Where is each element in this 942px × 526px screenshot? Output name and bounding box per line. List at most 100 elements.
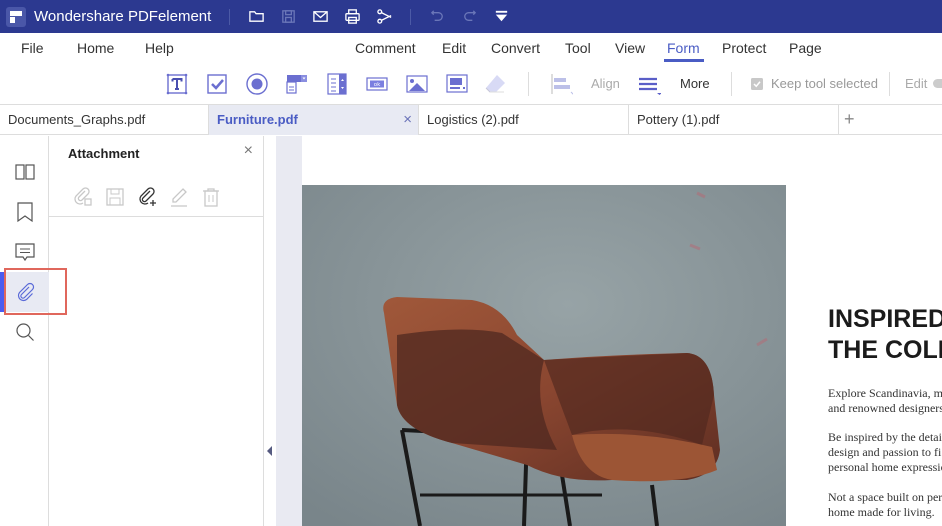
align-dropdown[interactable]: [548, 71, 574, 97]
button-icon: ok: [366, 77, 388, 91]
open-attachment-button[interactable]: [67, 184, 99, 210]
checked-box-icon: [751, 78, 763, 90]
signature-field-tool[interactable]: [444, 71, 470, 97]
tab-label: Furniture.pdf: [217, 112, 298, 127]
document-tabs: Documents_Graphs.pdf Furniture.pdf × Log…: [0, 105, 942, 135]
menu-comment[interactable]: Comment: [355, 40, 416, 56]
save-icon[interactable]: [272, 0, 304, 33]
paragraph-line: home made for living.: [828, 505, 935, 519]
menu-lines-icon: [639, 77, 661, 95]
redo-icon[interactable]: [453, 0, 485, 33]
delete-attachment-button[interactable]: [195, 184, 227, 210]
menu-protect[interactable]: Protect: [722, 40, 766, 56]
highlight-annotation-box: [4, 268, 67, 315]
document-gutter: [276, 136, 302, 526]
panel-title: Attachment: [68, 146, 140, 161]
undo-icon[interactable]: [421, 0, 453, 33]
checkbox-tool[interactable]: [204, 71, 230, 97]
menu-help[interactable]: Help: [145, 40, 174, 56]
menu-bar: File Home Help Comment Edit Convert Tool…: [0, 33, 942, 63]
menu-edit[interactable]: Edit: [442, 40, 466, 56]
thumbnails-icon: [14, 164, 35, 180]
heading-line: THE COLL: [828, 336, 942, 364]
mail-icon[interactable]: [304, 0, 336, 33]
edit-attachment-icon: [171, 188, 187, 207]
tab-close-icon[interactable]: ×: [403, 111, 412, 128]
add-attachment-button[interactable]: [131, 184, 163, 210]
body-paragraph: Explore Scandinavia, m and renowned desi…: [828, 386, 942, 416]
sidebar-item-search[interactable]: [0, 312, 49, 352]
heading-line: INSPIRED: [828, 305, 942, 333]
search-icon: [15, 323, 34, 341]
attachment-tools: [67, 184, 227, 210]
share-icon[interactable]: [368, 0, 400, 33]
paragraph-line: personal home expressio: [828, 460, 942, 474]
sidebar-item-thumbnails[interactable]: [0, 152, 49, 192]
active-menu-indicator: [664, 59, 704, 62]
chevron-left-icon: [267, 446, 272, 456]
chair-image: [302, 185, 786, 526]
radio-button-icon: [246, 73, 268, 95]
tab-label: Logistics (2).pdf: [427, 112, 519, 127]
collapse-panel-handle[interactable]: [265, 444, 275, 458]
tab-pottery[interactable]: Pottery (1).pdf: [629, 105, 839, 135]
keep-tool-checkbox[interactable]: [744, 71, 770, 97]
folder-open-icon[interactable]: [240, 0, 272, 33]
app-logo-icon: [6, 6, 26, 27]
edit-attachment-button[interactable]: [163, 184, 195, 210]
menu-file[interactable]: File: [21, 40, 44, 56]
text-field-tool[interactable]: [164, 71, 190, 97]
tab-furniture[interactable]: Furniture.pdf ×: [209, 105, 419, 135]
paragraph-line: Be inspired by the detai: [828, 430, 942, 444]
tab-logistics[interactable]: Logistics (2).pdf: [419, 105, 629, 135]
tab-documents-graphs[interactable]: Documents_Graphs.pdf: [0, 105, 209, 135]
eraser-icon: [485, 75, 505, 93]
image-field-tool[interactable]: [404, 71, 430, 97]
save-attachment-button[interactable]: [99, 184, 131, 210]
svg-text:ok: ok: [374, 82, 381, 88]
more-label[interactable]: More: [680, 76, 710, 91]
menu-convert[interactable]: Convert: [491, 40, 540, 56]
bookmark-icon: [16, 202, 33, 223]
combo-box-icon: [286, 75, 307, 94]
menu-view[interactable]: View: [615, 40, 645, 56]
radio-button-tool[interactable]: [244, 71, 270, 97]
attachment-panel: Attachment ×: [49, 136, 264, 526]
quick-access-dropdown-icon[interactable]: [485, 0, 517, 33]
edit-toggle-switch[interactable]: [933, 79, 942, 88]
print-icon[interactable]: [336, 0, 368, 33]
edit-toggle-label: Edit: [905, 76, 928, 91]
keep-tool-label: Keep tool selected: [771, 76, 878, 91]
toolbar-divider: [528, 72, 529, 96]
list-box-tool[interactable]: [324, 71, 350, 97]
button-tool[interactable]: ok: [364, 71, 390, 97]
pdf-page: INSPIRED THE COLL Explore Scandinavia, m…: [302, 136, 942, 526]
add-tab-icon[interactable]: +: [844, 109, 855, 130]
app-title: Wondershare PDFelement: [34, 8, 212, 25]
form-toolbar: ok Align More Keep tool selected Edit: [0, 63, 942, 105]
menu-home[interactable]: Home: [77, 40, 114, 56]
paragraph-line: design and passion to fi: [828, 445, 942, 459]
titlebar-divider: [410, 8, 412, 25]
titlebar-divider: [229, 8, 231, 25]
panel-divider: [49, 216, 263, 217]
body-paragraph: Be inspired by the detai design and pass…: [828, 430, 942, 475]
image-field-icon: [406, 75, 428, 93]
menu-tool[interactable]: Tool: [565, 40, 591, 56]
paragraph-line: Not a space built on per: [828, 490, 942, 504]
toolbar-divider: [889, 72, 890, 96]
sidebar-item-bookmarks[interactable]: [0, 192, 49, 232]
tab-label: Documents_Graphs.pdf: [8, 112, 146, 127]
delete-attachment-icon: [203, 188, 219, 207]
sidebar-item-comments[interactable]: [0, 232, 49, 272]
menu-page[interactable]: Page: [789, 40, 822, 56]
eraser-tool[interactable]: [482, 71, 508, 97]
sidebar-rail: [0, 136, 49, 526]
align-label[interactable]: Align: [591, 76, 620, 91]
combo-box-tool[interactable]: [284, 71, 310, 97]
more-dropdown[interactable]: [636, 71, 662, 97]
toolbar-divider: [731, 72, 732, 96]
comment-icon: [14, 243, 35, 262]
menu-form[interactable]: Form: [667, 40, 700, 56]
panel-close-icon[interactable]: ×: [244, 142, 253, 160]
